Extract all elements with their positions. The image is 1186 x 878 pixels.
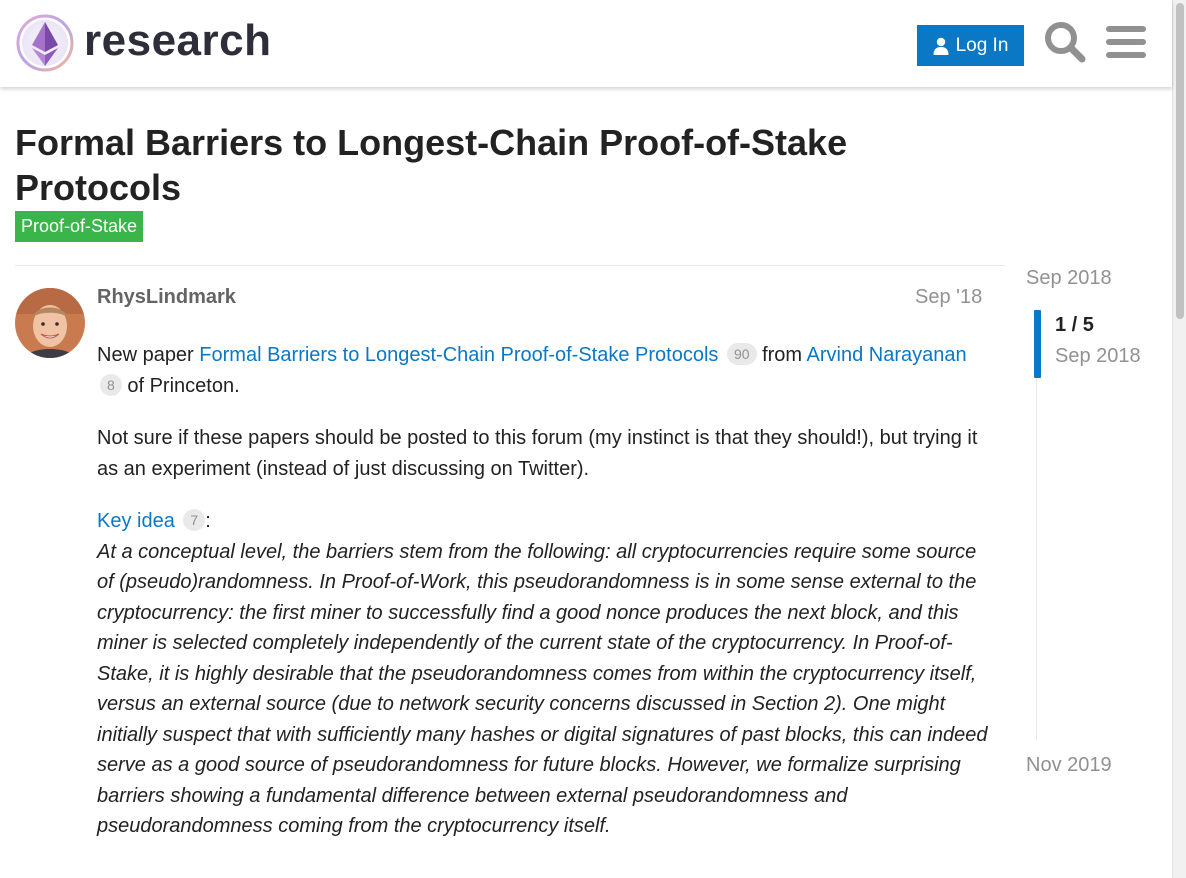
hamburger-menu-icon[interactable] [1106, 24, 1146, 60]
post-paragraph-3: Key idea 7: At a conceptual level, the ba… [97, 506, 992, 842]
login-label: Log In [955, 34, 1009, 56]
timeline-progress-date: Sep 2018 [1055, 345, 1141, 367]
home-logo-link[interactable]: research [16, 14, 271, 72]
text: of Princeton. [121, 374, 240, 397]
key-idea-link[interactable]: Key idea [97, 510, 175, 532]
text: New paper [97, 344, 200, 366]
search-icon[interactable] [1043, 20, 1087, 64]
site-header: research Log In [0, 0, 1172, 87]
post-username[interactable]: RhysLindmark [97, 286, 236, 309]
user-icon [933, 37, 949, 55]
site-name: research [84, 16, 272, 65]
click-count-badge: 8 [100, 373, 122, 396]
post-body: New paper Formal Barriers to Longest-Cha… [97, 340, 992, 864]
quoted-abstract: At a conceptual level, the barriers stem… [97, 540, 988, 838]
ethereum-research-logo-icon [16, 14, 74, 72]
click-count-badge: 7 [183, 509, 206, 531]
title-divider [15, 265, 1005, 266]
author-link[interactable]: Arvind Narayanan [807, 344, 967, 366]
avatar[interactable] [15, 288, 85, 358]
post-paragraph-1: New paper Formal Barriers to Longest-Cha… [97, 340, 992, 401]
paper-link[interactable]: Formal Barriers to Longest-Chain Proof-o… [199, 344, 718, 366]
timeline-start-date[interactable]: Sep 2018 [1026, 267, 1112, 290]
text: : [205, 510, 211, 532]
post-date[interactable]: Sep '18 [915, 286, 982, 309]
user-avatar-image [15, 288, 85, 358]
category-badge[interactable]: Proof-of-Stake [15, 211, 144, 242]
timeline-progress: 1 / 5 [1055, 314, 1094, 336]
text: from [756, 344, 807, 366]
topic-title[interactable]: Formal Barriers to Longest-Chain Proof-o… [15, 120, 975, 210]
page-scrollbar[interactable] [1172, 0, 1186, 878]
click-count-badge: 90 [726, 343, 757, 365]
login-button[interactable]: Log In [917, 25, 1024, 66]
timeline-handle[interactable] [1034, 310, 1041, 378]
post-paragraph-2: Not sure if these papers should be poste… [97, 427, 978, 480]
scrollbar-thumb[interactable] [1176, 3, 1184, 319]
timeline-end-date[interactable]: Nov 2019 [1026, 754, 1112, 777]
